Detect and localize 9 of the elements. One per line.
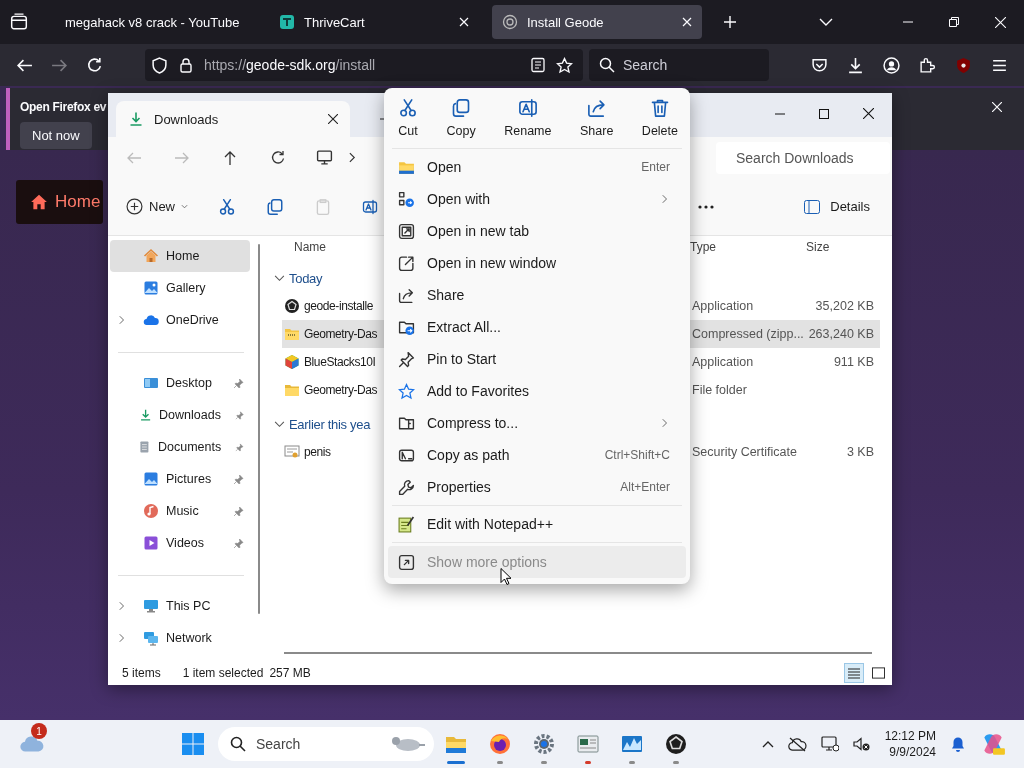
status-text: 1 item selected (182, 665, 264, 680)
tab-title: megahack v8 crack - YouTube (65, 14, 240, 30)
tab-title: Install Geode (527, 14, 605, 30)
status-text: 5 items (122, 665, 161, 680)
notification-badge: 1 (31, 723, 47, 739)
notification-text: Open Firefox ev (20, 100, 107, 114)
url-text: https://geode-sdk.org/install (204, 57, 376, 73)
status-text: 257 MB (269, 665, 311, 680)
tab-title: ThriveCart (304, 14, 366, 30)
